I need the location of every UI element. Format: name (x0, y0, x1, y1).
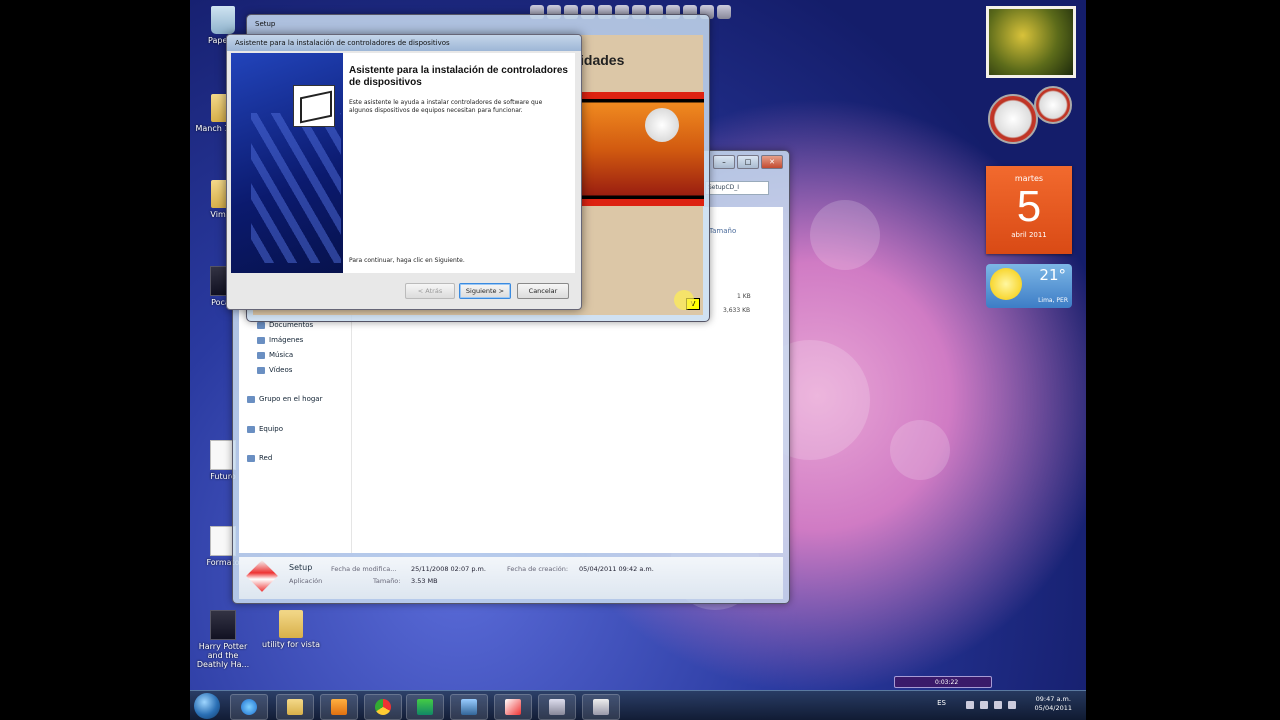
system-tray (966, 701, 1016, 709)
nav-item-network[interactable]: Red (247, 454, 272, 462)
nav-item-computer[interactable]: Equipo (247, 425, 283, 433)
taskbar-item-ie[interactable] (230, 694, 268, 720)
details-size-value: 3.53 MB (411, 577, 438, 585)
wizard-side-graphic (231, 53, 343, 273)
calendar-day: 5 (1016, 182, 1042, 231)
music-icon (257, 351, 265, 359)
minimize-button[interactable]: – (713, 155, 735, 169)
details-name: Setup (289, 563, 313, 572)
setup-banner-text: idades (580, 52, 625, 68)
sun-icon (990, 268, 1022, 300)
quick-launch-icon[interactable] (717, 5, 731, 19)
taskbar: ES 09:47 a.m. 05/04/2011 (190, 690, 1086, 720)
calendar-gadget[interactable]: martes 5 abril 2011 (986, 166, 1072, 254)
network-icon (247, 454, 255, 462)
wallpaper-bubble (890, 420, 950, 480)
cpu-meter-gadget[interactable] (988, 94, 1038, 144)
file-size: 3,633 KB (723, 307, 751, 314)
nav-item-videos[interactable]: Vídeos (257, 366, 292, 374)
homegroup-icon (247, 395, 255, 403)
details-modified-label: Fecha de modifica... (331, 565, 397, 573)
language-indicator[interactable]: ES (937, 699, 946, 707)
taskbar-item-chrome[interactable] (364, 694, 402, 720)
taskbar-item-app[interactable] (450, 694, 488, 720)
video-file-icon (210, 610, 236, 640)
address-bar[interactable]: SetupCD_I (705, 181, 769, 195)
tray-arrow-icon[interactable] (966, 701, 974, 709)
nav-item-documents[interactable]: Documentos (257, 321, 313, 329)
wizard-footer-text: Para continuar, haga clic en Siguiente. (349, 257, 465, 264)
details-size-label: Tamaño: (373, 577, 401, 585)
nav-item-pictures[interactable]: Imágenes (257, 336, 303, 344)
desktop: Pape re Manch 10-11- Vimeo Pocah Futuro … (190, 0, 1086, 720)
computer-icon (247, 425, 255, 433)
setup-banner-image (582, 92, 704, 206)
wizard-content: Asistente para la instalación de control… (343, 53, 575, 273)
app-icon (417, 699, 433, 715)
documents-icon (257, 321, 265, 329)
weather-temperature: 21° (1039, 266, 1066, 284)
details-pane: Setup Aplicación Fecha de modifica... 25… (239, 557, 783, 599)
details-modified-value: 25/11/2008 02:07 p.m. (411, 565, 486, 573)
start-button[interactable] (194, 693, 220, 719)
cancel-button[interactable]: Cancelar (517, 283, 569, 299)
flag-icon[interactable] (980, 701, 988, 709)
chrome-icon (375, 699, 391, 715)
wizard-stripes (251, 113, 341, 263)
weather-location: Lima, PER (1038, 297, 1068, 304)
weather-gadget[interactable]: 21° Lima, PER (986, 264, 1072, 308)
back-button[interactable]: < Atrás (405, 283, 455, 299)
taskbar-item-media[interactable] (320, 694, 358, 720)
app-icon (461, 699, 477, 715)
desktop-icon-folder[interactable]: utility for vista (260, 610, 322, 649)
nav-item-music[interactable]: Música (257, 351, 293, 359)
internet-explorer-icon (241, 699, 257, 715)
clock-date: 05/04/2011 (1034, 704, 1072, 712)
mouse-cursor-highlight (674, 290, 694, 310)
media-player-mini[interactable]: 0:03:22 (894, 676, 992, 688)
wizard-title[interactable]: Asistente para la instalación de control… (227, 35, 581, 51)
taskbar-item-app[interactable] (538, 694, 576, 720)
calendar-month: abril 2011 (1011, 231, 1047, 239)
setup-app-icon (246, 560, 278, 592)
folder-icon (279, 610, 303, 638)
media-time: 0:03:22 (935, 679, 959, 686)
slideshow-gadget[interactable] (986, 6, 1076, 78)
driver-install-wizard: Asistente para la instalación de control… (226, 34, 582, 310)
clock-time: 09:47 a.m. (1035, 695, 1071, 703)
disc-icon (645, 108, 679, 142)
maximize-button[interactable]: □ (737, 155, 759, 169)
taskbar-item-wizard[interactable] (582, 694, 620, 720)
setup-window-title[interactable]: Setup (247, 15, 709, 33)
details-created-value: 05/04/2011 09:42 a.m. (579, 565, 654, 573)
details-created-label: Fecha de creación: (507, 565, 569, 573)
wallpaper-bubble (810, 200, 880, 270)
desktop-icon-video[interactable]: Harry Potter and the Deathly Ha... (192, 610, 254, 669)
app-icon (549, 699, 565, 715)
wizard-description: Este asistente le ayuda a instalar contr… (349, 99, 543, 114)
pictures-icon (257, 336, 265, 344)
clock[interactable]: 09:47 a.m. 05/04/2011 (1035, 695, 1072, 713)
next-button[interactable]: Siguiente > (459, 283, 511, 299)
hardware-icon (293, 85, 335, 127)
taskbar-item-explorer[interactable] (276, 694, 314, 720)
details-type: Aplicación (289, 577, 323, 585)
setup-icon (505, 699, 521, 715)
explorer-window-controls: – □ ✕ (713, 155, 783, 169)
column-header-size[interactable]: Tamaño (709, 227, 736, 235)
wizard-icon (593, 699, 609, 715)
recycle-bin-icon (211, 6, 235, 34)
media-player-icon (331, 699, 347, 715)
memory-meter-gadget[interactable] (1034, 86, 1072, 124)
wizard-heading: Asistente para la instalación de control… (349, 65, 568, 88)
nav-item-homegroup[interactable]: Grupo en el hogar (247, 395, 322, 403)
folder-icon (287, 699, 303, 715)
taskbar-item-app[interactable] (406, 694, 444, 720)
videos-icon (257, 366, 265, 374)
volume-icon[interactable] (1008, 701, 1016, 709)
network-tray-icon[interactable] (994, 701, 1002, 709)
file-size: 1 KB (737, 293, 751, 300)
taskbar-item-setup[interactable] (494, 694, 532, 720)
close-button[interactable]: ✕ (761, 155, 783, 169)
